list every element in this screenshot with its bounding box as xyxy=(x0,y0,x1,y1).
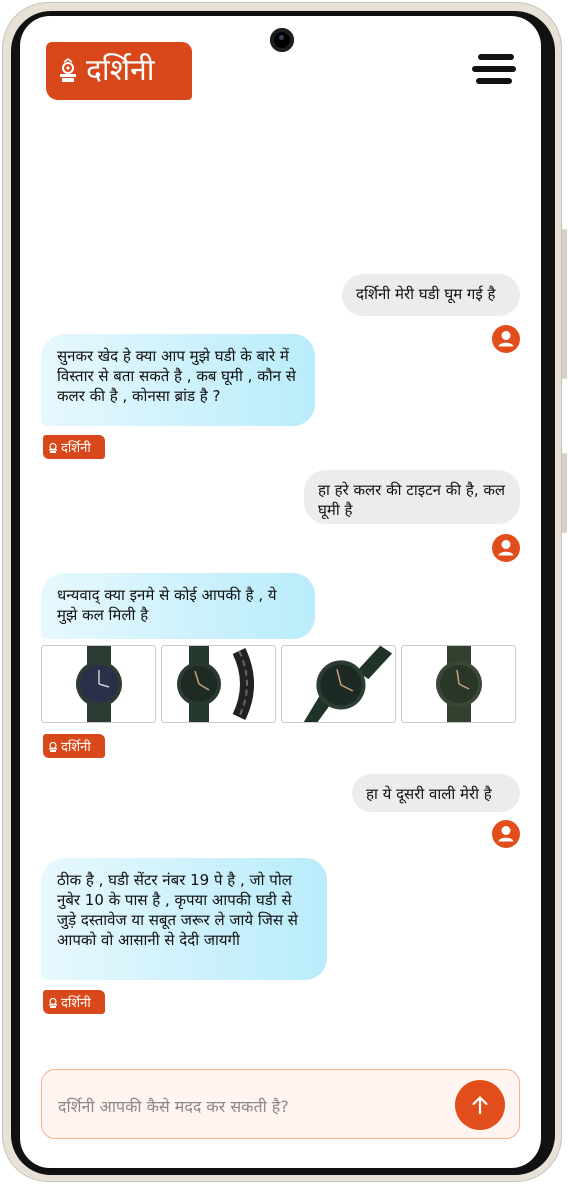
watch-gallery xyxy=(41,645,521,725)
green-watch-angled-icon xyxy=(303,646,393,722)
app-screen: दर्शिनी दर्शिनी मेरी घडी घूम गई है सुनकर… xyxy=(20,16,541,1168)
green-watch-front-icon xyxy=(75,646,122,722)
watch-option-1[interactable] xyxy=(41,645,156,723)
watch-option-2[interactable] xyxy=(161,645,276,723)
user-message: हा ये दूसरी वाली मेरी है xyxy=(352,774,520,812)
bot-tag-label: दर्शिनी xyxy=(61,441,91,456)
message-text: धन्यवाद् क्या इनमे से कोई आपकी है , ये म… xyxy=(57,586,277,624)
user-avatar-icon xyxy=(492,820,520,848)
volume-button xyxy=(562,229,567,379)
arrow-up-icon xyxy=(472,1096,488,1115)
user-avatar-icon xyxy=(492,534,520,562)
brand-logo[interactable]: दर्शिनी xyxy=(46,42,192,100)
user-message: दर्शिनी मेरी घडी घूम गई है xyxy=(342,274,520,316)
bot-message: धन्यवाद् क्या इनमे से कोई आपकी है , ये म… xyxy=(41,573,315,639)
send-button[interactable] xyxy=(455,1080,505,1130)
power-button xyxy=(562,453,567,533)
message-text: दर्शिनी मेरी घडी घूम गई है xyxy=(356,285,496,303)
user-avatar-icon xyxy=(492,325,520,353)
brand-name: दर्शिनी xyxy=(86,53,155,88)
bot-message: ठीक है , घडी सेंटर नंबर 19 पे है , जो पो… xyxy=(41,858,327,980)
watch-option-4[interactable] xyxy=(401,645,516,723)
message-text: सुनकर खेद हे क्या आप मुझे घडी के बारे मे… xyxy=(57,347,296,405)
emblem-icon xyxy=(49,997,57,1008)
bot-tag-label: दर्शिनी xyxy=(61,996,91,1011)
user-message: हा हरे कलर की टाइटन की है, कल घूमी है xyxy=(304,470,520,524)
bot-tag: दर्शिनी xyxy=(43,734,105,758)
message-input[interactable] xyxy=(56,1092,440,1120)
emblem-icon xyxy=(60,58,76,82)
watch-option-3[interactable] xyxy=(281,645,396,723)
message-text: ठीक है , घडी सेंटर नंबर 19 पे है , जो पो… xyxy=(57,871,298,949)
message-composer xyxy=(41,1069,520,1139)
menu-icon[interactable] xyxy=(472,54,518,88)
bot-tag: दर्शिनी xyxy=(43,990,105,1014)
emblem-icon xyxy=(49,442,57,453)
bot-message: सुनकर खेद हे क्या आप मुझे घडी के बारे मे… xyxy=(41,334,315,426)
bot-tag: दर्शिनी xyxy=(43,435,105,459)
message-text: हा ये दूसरी वाली मेरी है xyxy=(366,785,492,803)
green-watch-side-icon xyxy=(176,646,254,722)
message-text: हा हरे कलर की टाइटन की है, कल घूमी है xyxy=(318,481,506,519)
green-watch-gold-icon xyxy=(435,646,482,722)
emblem-icon xyxy=(49,741,57,752)
front-camera xyxy=(270,28,294,52)
bot-tag-label: दर्शिनी xyxy=(61,740,91,755)
